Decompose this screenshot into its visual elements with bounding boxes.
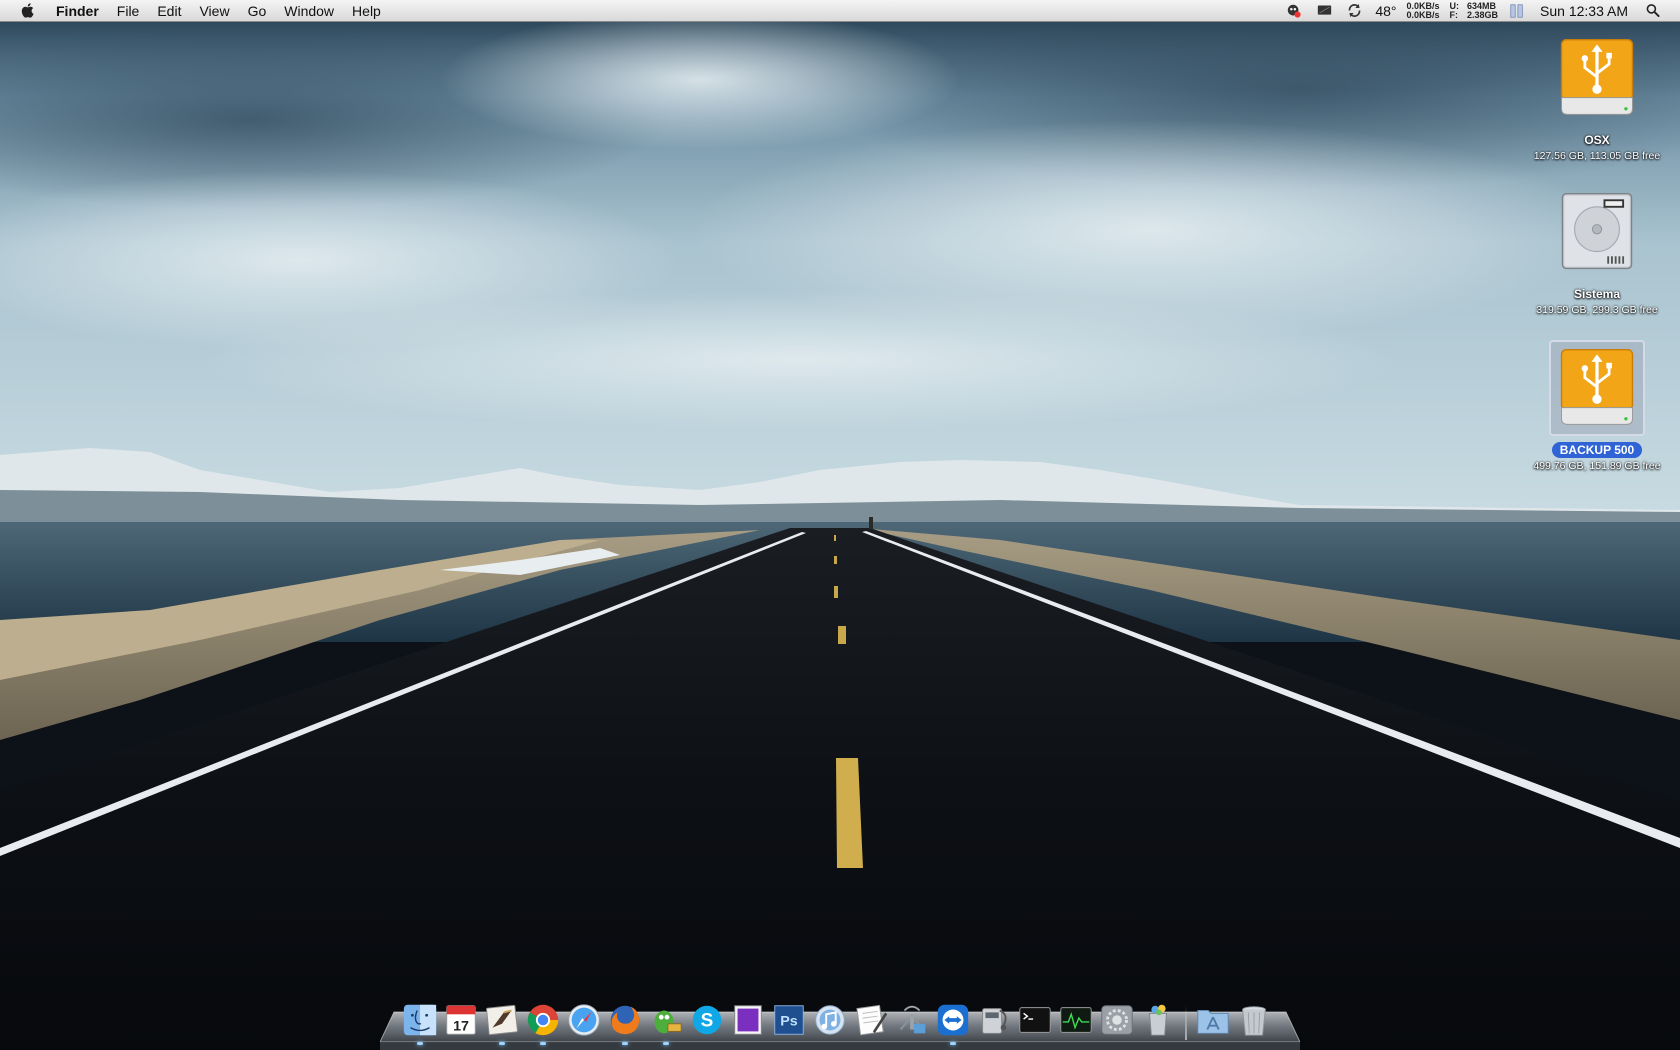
cpu-meter-icon[interactable] <box>1507 2 1527 20</box>
recycle-icon <box>1148 1004 1168 1036</box>
teamviewer-icon <box>937 1004 969 1036</box>
network-stats[interactable]: 0.0KB/s 0.0KB/s <box>1406 1 1440 20</box>
dock-finder[interactable] <box>400 1000 440 1045</box>
menu-help[interactable]: Help <box>343 0 390 22</box>
dock-textedit[interactable] <box>851 1000 891 1040</box>
network-utility-icon <box>899 1005 926 1034</box>
dock-safari[interactable] <box>564 1000 604 1040</box>
running-indicator <box>417 1042 423 1045</box>
dock-recycle-app[interactable] <box>1138 1000 1178 1040</box>
dock-system-preferences[interactable] <box>1097 1000 1137 1040</box>
dock-separator <box>1179 1000 1193 1040</box>
running-indicator <box>950 1042 956 1045</box>
dock-network-utility[interactable] <box>892 1000 932 1040</box>
sync-icon[interactable] <box>1344 2 1364 20</box>
menubar-clock[interactable]: Sun 12:33 AM <box>1540 3 1628 19</box>
apple-logo-icon[interactable] <box>18 1 38 21</box>
running-indicator <box>663 1042 669 1045</box>
chrome-icon <box>527 1004 559 1036</box>
volume-info: 127.56 GB, 113.05 GB free <box>1533 150 1661 162</box>
net-up-value: 0.0KB/s <box>1406 9 1440 20</box>
memory-stats[interactable]: 634MB 2.38GB <box>1467 1 1499 20</box>
running-indicator <box>622 1042 628 1045</box>
photoshop-label: Ps <box>780 1014 798 1030</box>
dock: 17 S Ps <box>400 996 1275 1045</box>
adium-status-icon[interactable] <box>1284 2 1304 20</box>
menu-window[interactable]: Window <box>275 0 343 22</box>
dock-photoshop[interactable]: Ps <box>769 1000 809 1040</box>
firefox-icon <box>610 1005 640 1035</box>
dock-skype[interactable]: S <box>687 1000 727 1040</box>
ical-icon: 17 <box>446 1005 476 1035</box>
textedit-icon <box>856 1004 888 1036</box>
skype-icon: S <box>692 1005 722 1035</box>
volume-info: 499.76 GB, 151.89 GB free <box>1533 460 1661 472</box>
desktop-wallpaper <box>0 0 1680 1050</box>
adium-icon <box>654 1010 682 1034</box>
menu-bar: Finder File Edit View Go Window Help 48°… <box>0 0 1680 22</box>
dock-mail[interactable] <box>482 1000 522 1045</box>
menu-edit[interactable]: Edit <box>148 0 190 22</box>
desktop-volume-backup-500[interactable]: BACKUP 500 499.76 GB, 151.89 GB free <box>1522 340 1672 472</box>
itunes-icon <box>815 1005 845 1035</box>
dock-trash[interactable] <box>1234 1000 1274 1040</box>
memory-labels: U: F: <box>1449 1 1460 20</box>
preview-icon <box>734 1005 762 1035</box>
finder-icon <box>403 1004 437 1036</box>
menu-app-finder[interactable]: Finder <box>50 0 108 22</box>
applications-folder-icon <box>1197 1010 1229 1034</box>
spotlight-search-icon[interactable] <box>1643 2 1663 20</box>
system-profiler-icon <box>982 1008 1007 1034</box>
dock-itunes[interactable] <box>810 1000 850 1040</box>
dock-teamviewer[interactable] <box>933 1000 973 1045</box>
system-preferences-icon <box>1101 1005 1133 1035</box>
activity-monitor-icon <box>1060 1007 1092 1033</box>
photoshop-icon: Ps <box>774 1005 804 1035</box>
menu-file[interactable]: File <box>108 0 149 22</box>
volume-name: OSX <box>1584 133 1610 147</box>
mem-free-label: F: <box>1449 9 1459 20</box>
dock-system-profiler[interactable] <box>974 1000 1014 1040</box>
dock-applications-stack[interactable] <box>1193 1000 1233 1040</box>
dock-activity-monitor[interactable] <box>1056 1000 1096 1040</box>
display-status-icon[interactable] <box>1314 2 1334 20</box>
temperature-readout[interactable]: 48° <box>1375 3 1396 19</box>
volume-info: 319.59 GB, 299.3 GB free <box>1536 304 1658 316</box>
dock-chrome[interactable] <box>523 1000 563 1045</box>
usb-drive-icon[interactable] <box>1549 340 1645 436</box>
dock-terminal[interactable] <box>1015 1000 1055 1040</box>
mem-free-value: 2.38GB <box>1467 9 1499 20</box>
mail-icon <box>486 1004 518 1036</box>
desktop-volume-osx[interactable]: OSX 127.56 GB, 113.05 GB free <box>1522 30 1672 162</box>
terminal-icon <box>1019 1007 1051 1033</box>
hard-drive-icon[interactable] <box>1549 184 1645 280</box>
running-indicator <box>540 1042 546 1045</box>
calendar-day: 17 <box>453 1018 469 1034</box>
menu-go[interactable]: Go <box>239 0 276 22</box>
volume-name: BACKUP 500 <box>1551 442 1643 458</box>
running-indicator <box>499 1042 505 1045</box>
dock-firefox[interactable] <box>605 1000 645 1045</box>
desktop-volume-sistema[interactable]: Sistema 319.59 GB, 299.3 GB free <box>1522 184 1672 316</box>
volume-name: Sistema <box>1573 287 1621 301</box>
safari-icon <box>568 1004 600 1036</box>
svg-text:S: S <box>701 1011 714 1032</box>
dock-preview[interactable] <box>728 1000 768 1040</box>
menu-view[interactable]: View <box>190 0 238 22</box>
trash-icon <box>1242 1006 1266 1036</box>
usb-drive-icon[interactable] <box>1549 30 1645 126</box>
dock-ical[interactable]: 17 <box>441 1000 481 1040</box>
dock-adium[interactable] <box>646 1000 686 1045</box>
